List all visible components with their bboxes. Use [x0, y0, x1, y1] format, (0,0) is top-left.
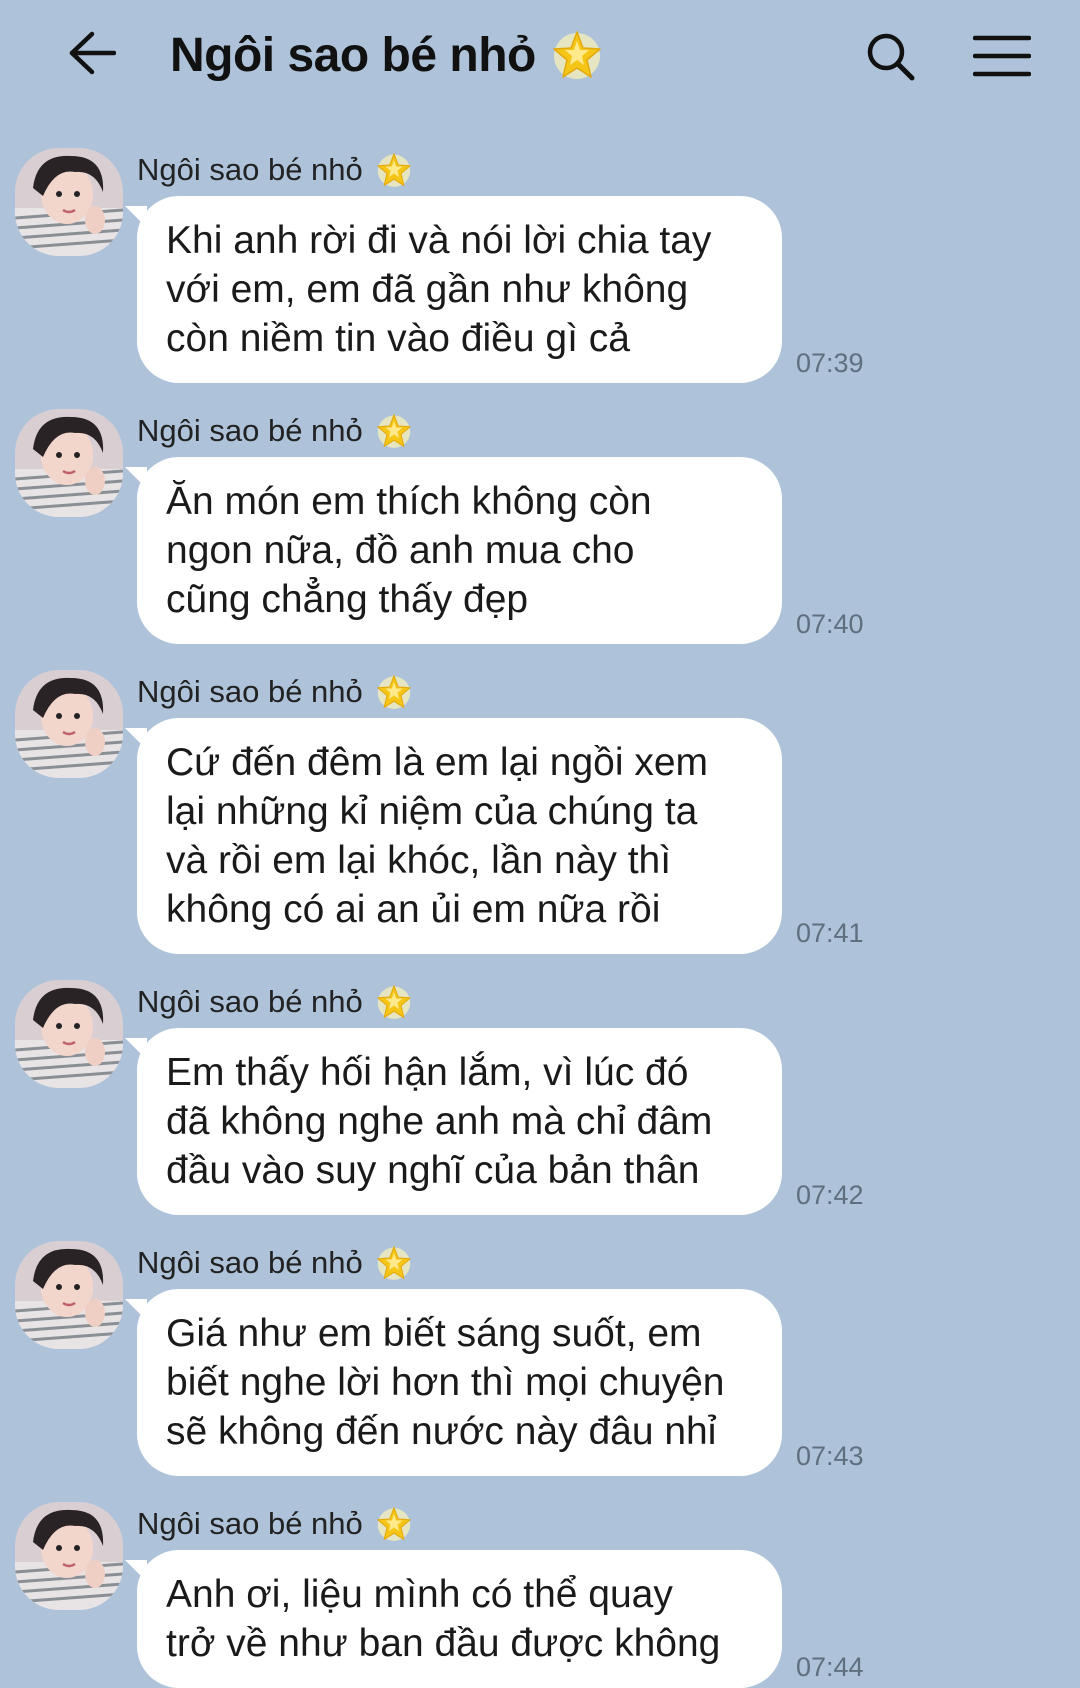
- arrow-left-icon: [69, 31, 116, 75]
- sender-name-text: Ngôi sao bé nhỏ: [137, 152, 363, 187]
- back-button[interactable]: [52, 22, 132, 84]
- message-timestamp: 07:43: [796, 1441, 864, 1471]
- sender-name: Ngôi sao bé nhỏ: [137, 411, 413, 451]
- message-timestamp: 07:44: [796, 1652, 864, 1682]
- avatar[interactable]: [15, 1502, 123, 1610]
- message-bubble[interactable]: Ăn món em thích không còn ngon nữa, đồ a…: [125, 457, 782, 644]
- hamburger-menu-icon: [973, 35, 1031, 77]
- sender-name-text: Ngôi sao bé nhỏ: [137, 674, 363, 709]
- message-bubble[interactable]: Em thấy hối hận lắm, vì lúc đó đã không …: [125, 1028, 782, 1215]
- message-text: Giá như em biết sáng suốt, em biết nghe …: [166, 1312, 725, 1453]
- glowing-star-icon: [377, 1507, 411, 1541]
- avatar[interactable]: [15, 148, 123, 256]
- avatar[interactable]: [15, 409, 123, 517]
- sender-name-text: Ngôi sao bé nhỏ: [137, 413, 363, 448]
- sender-name-text: Ngôi sao bé nhỏ: [137, 1245, 363, 1280]
- message-text: Ăn món em thích không còn ngon nữa, đồ a…: [166, 480, 652, 621]
- avatar[interactable]: [15, 1241, 123, 1349]
- sender-name: Ngôi sao bé nhỏ: [137, 982, 413, 1022]
- glowing-star-icon: [553, 31, 601, 79]
- message-text: Cứ đến đêm là em lại ngồi xem lại những …: [166, 741, 709, 931]
- glowing-star-icon: [377, 153, 411, 187]
- message-timestamp: 07:42: [796, 1180, 864, 1210]
- glowing-star-icon: [377, 1246, 411, 1280]
- chat-title: Ngôi sao bé nhỏ: [170, 28, 536, 82]
- chat-title-area[interactable]: Ngôi sao bé nhỏ: [170, 20, 604, 90]
- message-text: Khi anh rời đi và nói lời chia tay với e…: [166, 219, 712, 360]
- message-bubble[interactable]: Anh ơi, liệu mình có thể quay trở về như…: [125, 1550, 782, 1688]
- message-bubble[interactable]: Giá như em biết sáng suốt, em biết nghe …: [125, 1289, 782, 1476]
- sender-name: Ngôi sao bé nhỏ: [137, 1504, 413, 1544]
- menu-button[interactable]: [970, 24, 1034, 88]
- sender-name: Ngôi sao bé nhỏ: [137, 1243, 413, 1283]
- sender-name: Ngôi sao bé nhỏ: [137, 150, 413, 190]
- sender-name-text: Ngôi sao bé nhỏ: [137, 1506, 363, 1541]
- glowing-star-icon: [377, 985, 411, 1019]
- message-bubble[interactable]: Cứ đến đêm là em lại ngồi xem lại những …: [125, 718, 782, 954]
- message-text: Anh ơi, liệu mình có thể quay trở về như…: [166, 1573, 721, 1665]
- sender-name: Ngôi sao bé nhỏ: [137, 672, 413, 712]
- message-timestamp: 07:41: [796, 918, 864, 948]
- glowing-star-icon: [377, 675, 411, 709]
- message-text: Em thấy hối hận lắm, vì lúc đó đã không …: [166, 1051, 713, 1192]
- message-timestamp: 07:40: [796, 609, 864, 639]
- chat-header: Ngôi sao bé nhỏ: [0, 0, 1080, 110]
- avatar[interactable]: [15, 980, 123, 1088]
- search-button[interactable]: [858, 24, 922, 88]
- avatar[interactable]: [15, 670, 123, 778]
- search-icon: [867, 33, 915, 81]
- sender-name-text: Ngôi sao bé nhỏ: [137, 984, 363, 1019]
- glowing-star-icon: [377, 414, 411, 448]
- message-timestamp: 07:39: [796, 348, 864, 378]
- message-bubble[interactable]: Khi anh rời đi và nói lời chia tay với e…: [125, 196, 782, 383]
